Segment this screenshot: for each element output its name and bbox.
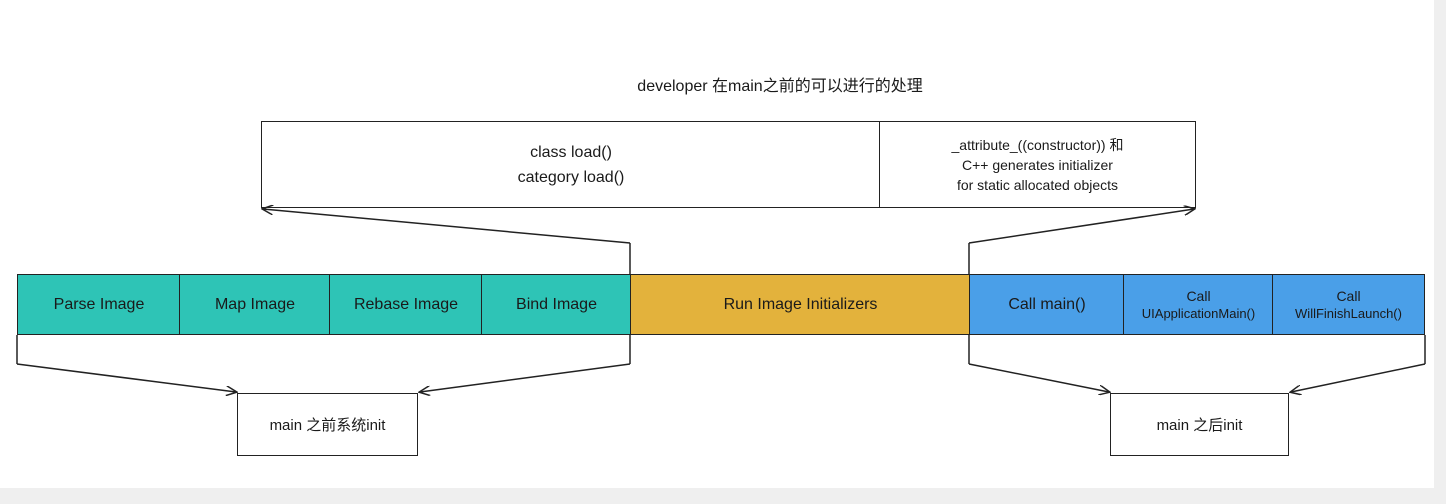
connector-arrow — [16, 363, 236, 392]
phase-label: UIApplicationMain() — [1141, 305, 1256, 321]
phase-run-image-initializers: Run Image Initializers — [630, 274, 971, 335]
after-main-label: main 之后init — [1156, 417, 1243, 434]
page-edge-bottom — [0, 488, 1446, 504]
phase-label: Rebase Image — [353, 295, 459, 313]
constructor-initializer-line: C++ generates initializer — [962, 156, 1113, 173]
phase-label: Bind Image — [516, 295, 597, 313]
phase-parse-image: Parse Image — [17, 274, 181, 335]
phase-label: Call — [1336, 287, 1361, 304]
phase-label: Call main() — [1008, 295, 1086, 313]
phase-label: Map Image — [214, 295, 296, 313]
constructor-initializer-box: _attribute_((constructor)) 和 C++ generat… — [879, 121, 1196, 208]
phase-call-willfinishlaunch: Call WillFinishLaunch() — [1272, 274, 1425, 335]
diagram-canvas: developer 在main之前的可以进行的处理 class load() c… — [0, 0, 1434, 488]
phase-label: Call — [1186, 287, 1211, 304]
phase-map-image: Map Image — [179, 274, 331, 335]
connector-arrow — [968, 363, 1109, 392]
connector-arrow — [1291, 363, 1426, 392]
page-edge-right — [1434, 0, 1446, 504]
load-methods-line: class load() — [530, 143, 612, 161]
connector-arrow — [968, 209, 1194, 244]
connector-arrow — [420, 363, 631, 392]
phase-call-main: Call main() — [969, 274, 1125, 335]
load-methods-box: class load() category load() — [261, 121, 881, 208]
before-main-system-init-box: main 之前系统init — [237, 393, 418, 456]
diagram-title: developer 在main之前的可以进行的处理 — [637, 78, 923, 95]
constructor-initializer-line: _attribute_((constructor)) 和 — [951, 136, 1124, 153]
phase-call-uiapplicationmain: Call UIApplicationMain() — [1123, 274, 1274, 335]
phase-bind-image: Bind Image — [481, 274, 632, 335]
phase-label: WillFinishLaunch() — [1295, 305, 1402, 321]
phase-label: Parse Image — [53, 295, 145, 313]
phase-label: Run Image Initializers — [723, 295, 878, 313]
after-main-init-box: main 之后init — [1110, 393, 1289, 456]
load-methods-line: category load() — [517, 168, 625, 186]
phase-rebase-image: Rebase Image — [329, 274, 483, 335]
connector-arrow — [263, 209, 631, 244]
before-main-label: main 之前系统init — [269, 417, 386, 434]
constructor-initializer-line: for static allocated objects — [956, 176, 1119, 193]
